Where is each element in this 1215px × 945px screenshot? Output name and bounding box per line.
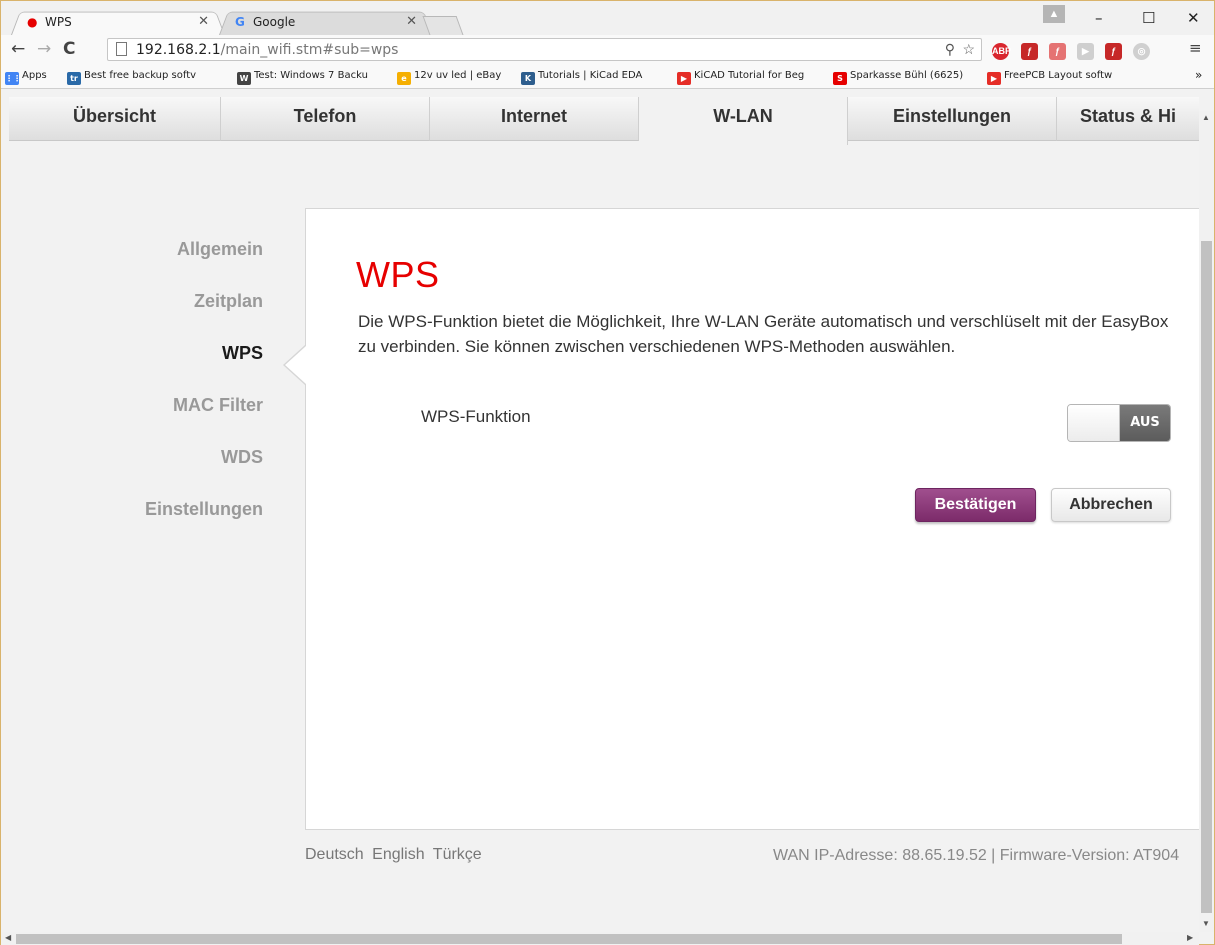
footer-info: WAN IP-Adresse: 88.65.19.52 | Firmware-V… xyxy=(773,847,1180,864)
flash-icon[interactable]: ƒ xyxy=(1021,43,1038,60)
url-path: /main_wifi.stm#sub=wps xyxy=(220,42,399,58)
page-description: Die WPS-Funktion bietet die Möglichkeit,… xyxy=(358,312,1169,356)
winpro-icon: W xyxy=(237,72,251,85)
active-item-pointer-fill xyxy=(285,346,306,384)
nav-tab-einstellungen[interactable]: Einstellungen xyxy=(848,97,1057,141)
router-page: Übersicht Telefon Internet W-LAN Einstel… xyxy=(1,89,1199,932)
bookmark-item[interactable]: K Tutorials | KiCad EDA xyxy=(521,70,642,85)
play-icon[interactable]: ▶ xyxy=(1077,43,1094,60)
new-tab-button[interactable] xyxy=(422,16,464,35)
nav-tab-wlan[interactable]: W-LAN xyxy=(639,97,848,145)
back-arrow-icon[interactable]: ← xyxy=(11,39,25,59)
scroll-right-icon[interactable]: ▶ xyxy=(1187,933,1193,942)
horizontal-scrollbar[interactable]: ◀ ▶ xyxy=(1,932,1199,945)
adblock-icon[interactable]: ABP xyxy=(992,43,1011,60)
address-bar[interactable]: 192.168.2.1/main_wifi.stm#sub=wps ⚲ ☆ xyxy=(107,38,982,61)
nav-tab-status[interactable]: Status & Hi xyxy=(1057,97,1199,141)
kicad-icon: K xyxy=(521,72,535,85)
close-tab-icon[interactable]: ✕ xyxy=(198,14,209,29)
ebay-icon: e xyxy=(397,72,411,85)
extension-icon[interactable]: ◎ xyxy=(1133,43,1150,60)
tab-wps[interactable]: ● WPS ✕ xyxy=(11,9,225,35)
subnav-item-wds[interactable]: WDS xyxy=(1,447,263,499)
nav-tab-uebersicht[interactable]: Übersicht xyxy=(9,97,221,141)
page-title: WPS xyxy=(356,254,440,295)
bookmarks-overflow-button[interactable]: » xyxy=(1195,68,1202,82)
user-profile-icon[interactable]: ▲ xyxy=(1043,5,1065,23)
menu-icon[interactable]: ≡ xyxy=(1189,39,1202,57)
main-navigation: Übersicht Telefon Internet W-LAN Einstel… xyxy=(9,97,1199,145)
subnav-item-allgemein[interactable]: Allgemein xyxy=(1,239,263,291)
apps-icon: ⋮⋮ xyxy=(5,72,21,85)
tr-icon: tr xyxy=(67,72,81,85)
close-tab-icon[interactable]: ✕ xyxy=(406,14,417,29)
scrollbar-thumb[interactable] xyxy=(1201,241,1212,913)
language-link-english[interactable]: English xyxy=(372,846,424,863)
confirm-button[interactable]: Bestätigen xyxy=(915,488,1036,522)
bookmark-item[interactable]: tr Best free backup softv xyxy=(67,70,196,85)
nav-tab-internet[interactable]: Internet xyxy=(430,97,639,141)
vertical-scrollbar[interactable]: ▲ ▼ xyxy=(1199,111,1214,932)
subnav-item-mac-filter[interactable]: MAC Filter xyxy=(1,395,263,447)
close-window-button[interactable]: ✕ xyxy=(1187,9,1200,27)
wps-function-toggle[interactable]: AUS xyxy=(1067,404,1171,442)
bookmark-item[interactable]: ▶ KiCAD Tutorial for Beg xyxy=(677,70,804,85)
subnav-item-wps[interactable]: WPS xyxy=(1,343,263,395)
tab-title: WPS xyxy=(45,15,72,29)
key-icon[interactable]: ⚲ xyxy=(945,41,955,58)
forward-arrow-icon[interactable]: → xyxy=(37,39,51,59)
subnav-item-zeitplan[interactable]: Zeitplan xyxy=(1,291,263,343)
scrollbar-thumb[interactable] xyxy=(16,934,1122,944)
flash-icon[interactable]: ƒ xyxy=(1049,43,1066,60)
browser-window: ● WPS ✕ G Google ✕ ▲ – ☐ ✕ ← → C 192.168… xyxy=(0,0,1215,945)
scroll-up-icon[interactable]: ▲ xyxy=(1202,113,1210,122)
minimize-button[interactable]: – xyxy=(1095,9,1103,27)
tab-strip: ● WPS ✕ G Google ✕ ▲ – ☐ ✕ xyxy=(1,1,1214,35)
google-icon: G xyxy=(235,15,245,29)
wps-function-label: WPS-Funktion xyxy=(421,407,531,426)
youtube-icon: ▶ xyxy=(677,72,691,85)
youtube-icon: ▶ xyxy=(987,72,1001,85)
bookmark-item[interactable]: S Sparkasse Bühl (6625) xyxy=(833,70,963,85)
flash-icon[interactable]: ƒ xyxy=(1105,43,1122,60)
language-link-deutsch[interactable]: Deutsch xyxy=(305,846,364,863)
content-panel: WPS Die WPS-Funktion bietet die Möglichk… xyxy=(305,208,1199,830)
page-icon xyxy=(116,42,127,56)
bookmark-item[interactable]: ▶ FreePCB Layout softw xyxy=(987,70,1112,85)
browser-toolbar: ← → C 192.168.2.1/main_wifi.stm#sub=wps … xyxy=(1,35,1214,64)
tab-title: Google xyxy=(253,15,296,29)
scroll-down-icon[interactable]: ▼ xyxy=(1202,919,1210,928)
bookmark-item[interactable]: e 12v uv led | eBay xyxy=(397,70,501,85)
cancel-button[interactable]: Abbrechen xyxy=(1051,488,1171,522)
tab-google[interactable]: G Google ✕ xyxy=(219,9,433,35)
toggle-knob xyxy=(1068,405,1120,441)
url-host: 192.168.2.1 xyxy=(136,42,221,58)
bookmarks-bar: ⋮⋮Apps tr Best free backup softv W Test: W… xyxy=(1,64,1214,89)
subnav-item-einstellungen[interactable]: Einstellungen xyxy=(1,499,263,551)
toggle-state-label: AUS xyxy=(1120,405,1170,441)
star-icon[interactable]: ☆ xyxy=(962,41,975,58)
vodafone-icon: ● xyxy=(27,15,38,29)
maximize-button[interactable]: ☐ xyxy=(1142,9,1155,27)
sparkasse-icon: S xyxy=(833,72,847,85)
language-selector: Deutsch English Türkçe xyxy=(305,846,486,864)
nav-tab-telefon[interactable]: Telefon xyxy=(221,97,430,141)
bookmark-apps[interactable]: ⋮⋮Apps xyxy=(5,70,47,85)
reload-icon[interactable]: C xyxy=(63,39,75,59)
sub-navigation: Allgemein Zeitplan WPS MAC Filter WDS Ei… xyxy=(1,239,263,551)
language-link-tuerkce[interactable]: Türkçe xyxy=(433,846,482,863)
bookmark-item[interactable]: W Test: Windows 7 Backu xyxy=(237,70,368,85)
scroll-left-icon[interactable]: ◀ xyxy=(5,933,11,942)
